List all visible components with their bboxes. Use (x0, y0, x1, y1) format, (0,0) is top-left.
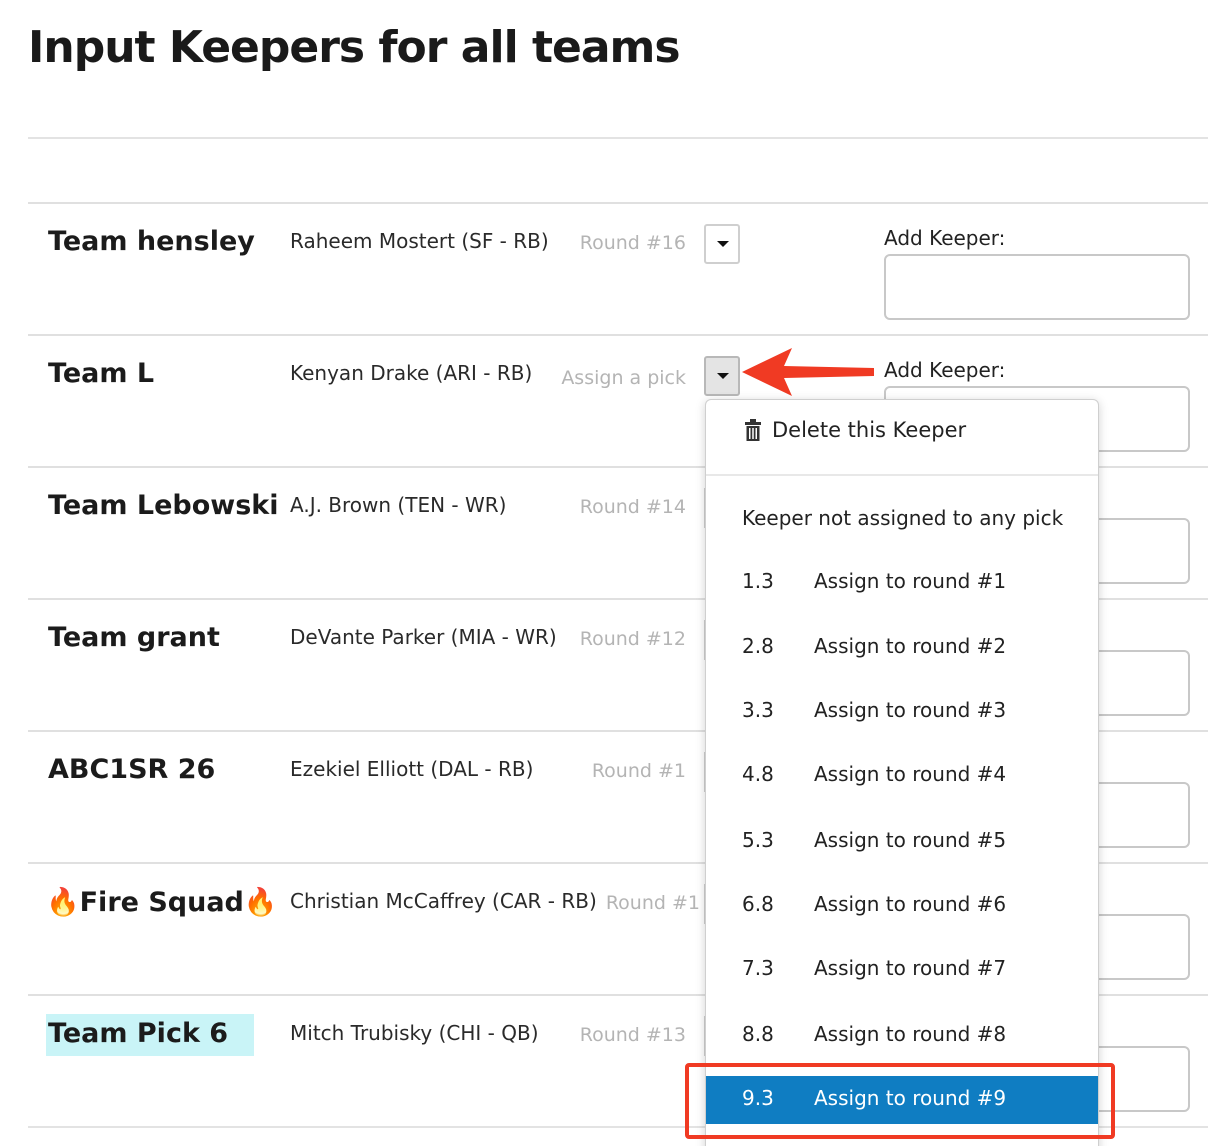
title-divider (28, 137, 1208, 139)
keeper-round: Assign a pick (561, 367, 686, 389)
team-name: Team hensley (48, 226, 255, 257)
pick-number: 2.8 (742, 634, 774, 658)
menu-item-round-2[interactable]: 2.8 Assign to round #2 (706, 624, 1098, 672)
add-keeper-label: Add Keeper: (884, 358, 1006, 382)
round-label: Assign to round #1 (814, 569, 1007, 593)
keeper-round: Round #13 (579, 1024, 686, 1046)
pick-number: 4.8 (742, 762, 774, 786)
keeper-player: Ezekiel Elliott (DAL - RB) (290, 757, 534, 781)
pick-number: 7.3 (742, 956, 774, 980)
pick-number: 8.8 (742, 1022, 774, 1046)
round-label: Assign to round #2 (814, 634, 1007, 658)
trash-icon (745, 419, 761, 441)
team-name: Team Pick 6 (46, 1014, 254, 1056)
team-name: 🔥Fire Squad🔥 (46, 887, 278, 918)
delete-keeper-label: Delete this Keeper (772, 418, 967, 442)
keeper-player: Mitch Trubisky (CHI - QB) (290, 1021, 539, 1045)
menu-item-round-5[interactable]: 5.3 Assign to round #5 (706, 818, 1098, 866)
keeper-round: Round #1 (591, 760, 686, 782)
caret-down-icon (717, 241, 729, 247)
team-name: Team Lebowski (48, 490, 279, 521)
menu-item-round-7[interactable]: 7.3 Assign to round #7 (706, 946, 1098, 994)
round-label: Assign to round #6 (814, 892, 1007, 916)
round-label: Assign to round #8 (814, 1022, 1007, 1046)
keeper-round: Round #1 (605, 892, 700, 914)
menu-item-round-4[interactable]: 4.8 Assign to round #4 (706, 752, 1098, 800)
highlight-callout-box (685, 1063, 1115, 1139)
team-name: ABC1SR 26 (48, 754, 216, 785)
menu-item-round-8[interactable]: 8.8 Assign to round #8 (706, 1012, 1098, 1060)
pick-number: 6.8 (742, 892, 774, 916)
round-label: Assign to round #3 (814, 698, 1007, 722)
round-label: Assign to round #4 (814, 762, 1007, 786)
delete-keeper-item[interactable]: Delete this Keeper (744, 418, 966, 442)
caret-down-icon (717, 373, 729, 379)
pick-dropdown-button[interactable] (704, 224, 740, 264)
pick-dropdown-button[interactable] (704, 356, 740, 396)
keeper-player: Raheem Mostert (SF - RB) (290, 229, 549, 253)
menu-item-round-3[interactable]: 3.3 Assign to round #3 (706, 688, 1098, 736)
round-label: Assign to round #5 (814, 828, 1007, 852)
page-title: Input Keepers for all teams (28, 22, 681, 73)
menu-item-round-1[interactable]: 1.3 Assign to round #1 (706, 559, 1098, 607)
keeper-player: A.J. Brown (TEN - WR) (290, 493, 507, 517)
keeper-round: Round #12 (579, 628, 686, 650)
keeper-round: Round #14 (579, 496, 686, 518)
keeper-round: Round #16 (579, 232, 686, 254)
pick-number: 1.3 (742, 569, 774, 593)
menu-divider (706, 474, 1098, 476)
add-keeper-input[interactable] (884, 254, 1190, 320)
red-arrow-annotation (742, 348, 874, 396)
keeper-player: Kenyan Drake (ARI - RB) (290, 361, 533, 385)
pick-number: 5.3 (742, 828, 774, 852)
round-label: Assign to round #7 (814, 956, 1007, 980)
unassigned-option[interactable]: Keeper not assigned to any pick (742, 506, 1063, 530)
keeper-player: Christian McCaffrey (CAR - RB) (290, 889, 597, 913)
keeper-player: DeVante Parker (MIA - WR) (290, 625, 557, 649)
pick-number: 3.3 (742, 698, 774, 722)
add-keeper-label: Add Keeper: (884, 226, 1006, 250)
keeper-pick-menu: Delete this Keeper Keeper not assigned t… (705, 399, 1099, 1146)
menu-item-round-6[interactable]: 6.8 Assign to round #6 (706, 882, 1098, 930)
team-name: Team L (48, 358, 155, 389)
team-name: Team grant (48, 622, 220, 653)
team-row: Team hensley Raheem Mostert (SF - RB) Ro… (28, 202, 1208, 334)
